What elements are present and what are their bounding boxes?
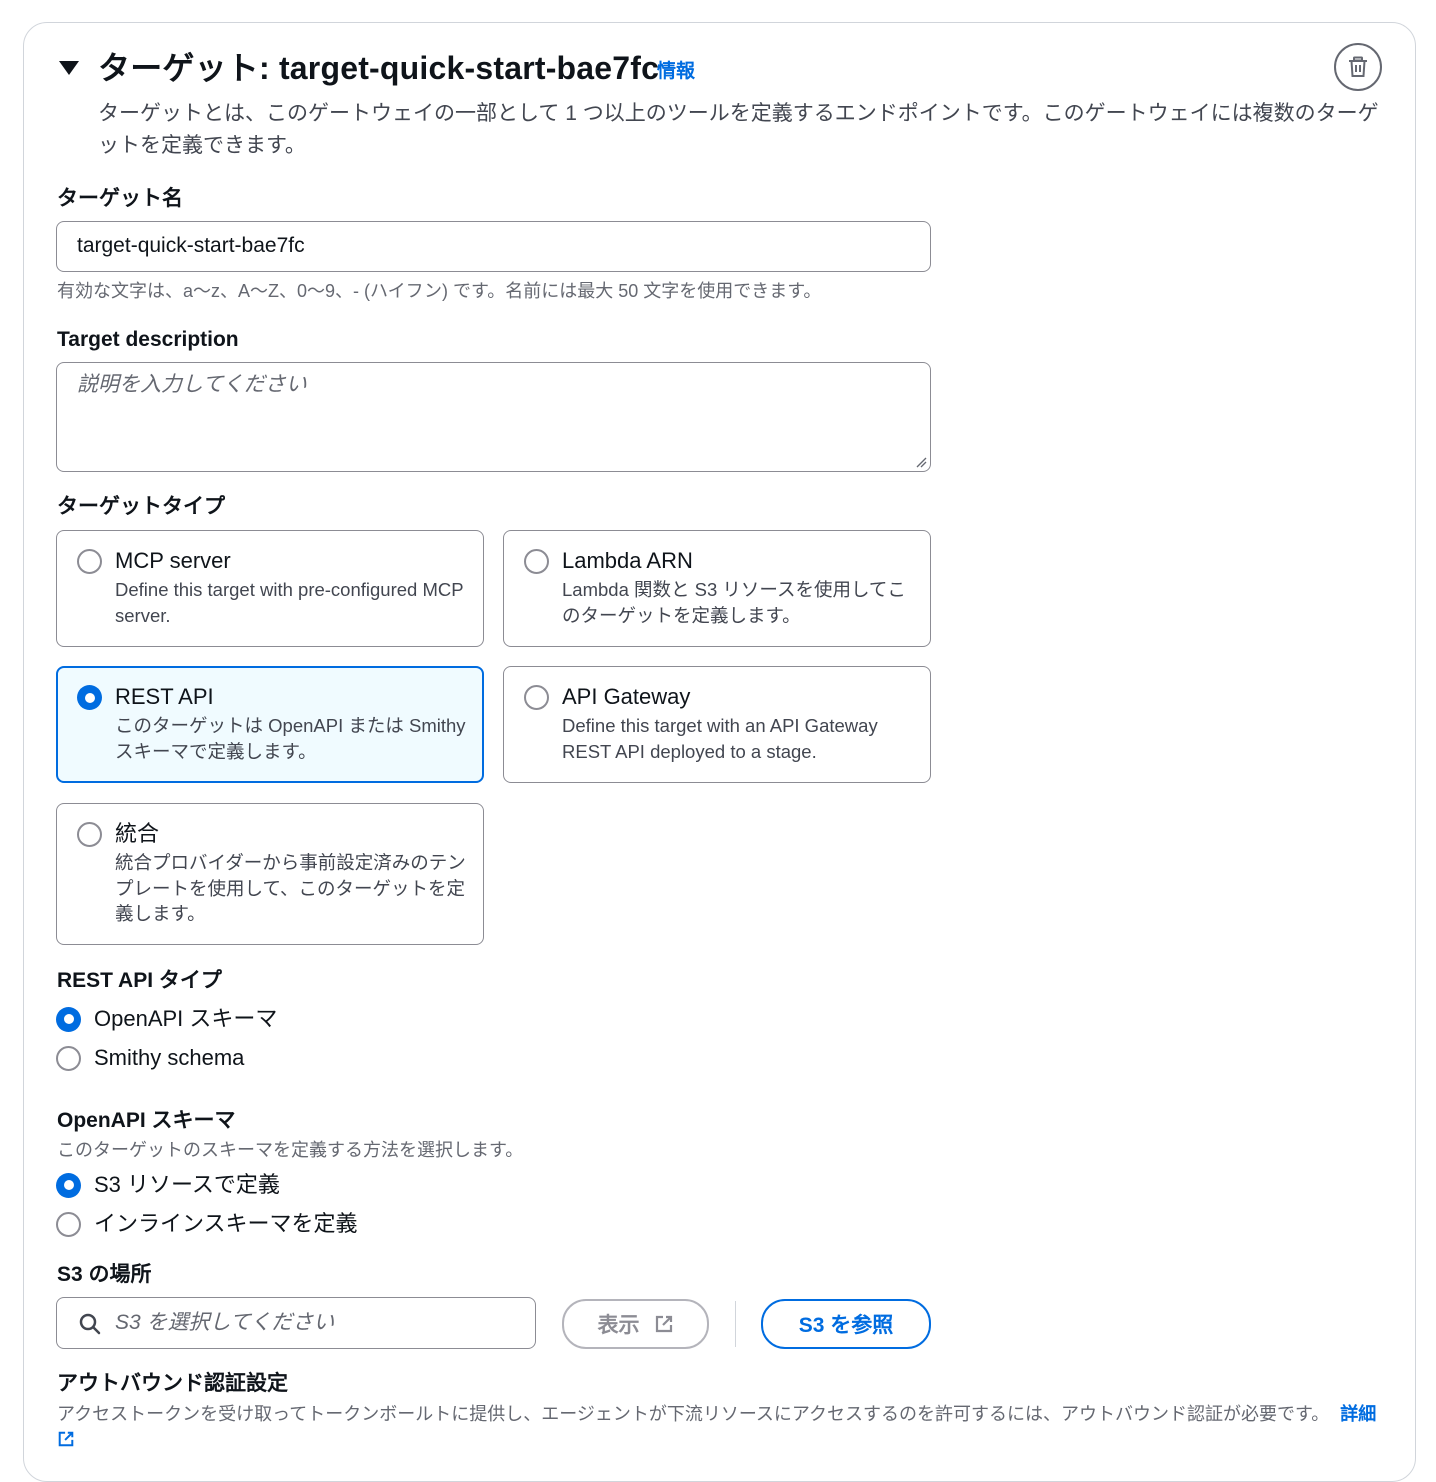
button-divider <box>735 1301 736 1347</box>
target-type-label: ターゲットタイプ <box>57 495 225 518</box>
option-label: インラインスキーマを定義 <box>94 1211 358 1236</box>
rest-api-type-label: REST API タイプ <box>57 969 222 992</box>
s3-location-placeholder: S3 を選択してください <box>115 1311 335 1334</box>
target-name-label: ターゲット名 <box>57 187 183 210</box>
target-type-tile-mcp-server[interactable]: MCP server Define this target with pre-c… <box>56 530 484 647</box>
tile-description: Define this target with an API Gateway R… <box>562 715 878 762</box>
target-type-tile-lambda-arn[interactable]: Lambda ARN Lambda 関数と S3 リソースを使用してこのターゲッ… <box>503 530 931 647</box>
target-name-value: target-quick-start-bae7fc <box>77 234 305 257</box>
openapi-schema-option-inline[interactable]: インラインスキーマを定義 <box>56 1209 358 1239</box>
radio-button-icon[interactable] <box>56 1045 81 1071</box>
search-icon <box>79 1313 101 1335</box>
radio-button-selected-icon[interactable] <box>56 1006 81 1032</box>
target-name-hint: 有効な文字は、a〜z、A〜Z、0〜9、- (ハイフン) です。名前には最大 50… <box>57 281 822 301</box>
tile-description: 統合プロバイダーから事前設定済みのテンプレートを使用して、このターゲットを定義し… <box>115 852 466 924</box>
outbound-auth-description: アクセストークンを受け取ってトークンボールトに提供し、エージェントが下流リソース… <box>57 1400 1387 1456</box>
radio-button-icon[interactable] <box>77 549 102 574</box>
info-link[interactable]: 情報 <box>657 58 695 86</box>
openapi-schema-description: このターゲットのスキーマを定義する方法を選択します。 <box>57 1140 524 1160</box>
tile-description: Lambda 関数と S3 リソースを使用してこのターゲットを定義します。 <box>562 579 906 626</box>
openapi-schema-label: OpenAPI スキーマ <box>57 1109 236 1132</box>
radio-button-icon[interactable] <box>77 822 102 847</box>
trash-icon <box>1349 56 1367 77</box>
outbound-auth-description-text: アクセストークンを受け取ってトークンボールトに提供し、エージェントが下流リソース… <box>57 1404 1330 1424</box>
radio-button-selected-icon[interactable] <box>56 1172 81 1198</box>
tile-label: REST API <box>115 684 214 709</box>
rest-api-type-option-openapi[interactable]: OpenAPI スキーマ <box>56 1004 277 1034</box>
target-type-tile-rest-api[interactable]: REST API このターゲットは OpenAPI または Smithy スキー… <box>56 666 484 783</box>
radio-button-icon[interactable] <box>56 1211 81 1237</box>
tile-label: API Gateway <box>562 684 691 709</box>
view-button[interactable]: 表示 <box>562 1299 709 1349</box>
tile-label: MCP server <box>115 548 231 573</box>
radio-button-selected-icon[interactable] <box>77 685 102 710</box>
openapi-schema-option-s3[interactable]: S3 リソースで定義 <box>56 1170 280 1200</box>
tile-label: 統合 <box>115 821 160 846</box>
target-type-tile-integration[interactable]: 統合 統合プロバイダーから事前設定済みのテンプレートを使用して、このターゲットを… <box>56 803 484 945</box>
s3-location-label: S3 の場所 <box>57 1263 152 1286</box>
target-name-input[interactable]: target-quick-start-bae7fc <box>56 221 931 272</box>
resize-handle-icon[interactable] <box>915 456 927 468</box>
option-label: Smithy schema <box>94 1045 245 1070</box>
tile-description: Define this target with pre-configured M… <box>115 579 464 626</box>
panel-description: ターゲットとは、このゲートウェイの一部として 1 つ以上のツールを定義するエンド… <box>98 102 1379 157</box>
panel-title: ターゲット: target-quick-start-bae7fc <box>98 50 660 86</box>
external-link-icon <box>58 1431 74 1447</box>
target-description-label: Target description <box>57 328 239 351</box>
target-description-textarea[interactable]: 説明を入力してください <box>56 362 931 472</box>
option-label: S3 リソースで定義 <box>94 1172 280 1197</box>
browse-s3-button[interactable]: S3 を参照 <box>761 1299 931 1349</box>
tile-description: このターゲットは OpenAPI または Smithy スキーマで定義します。 <box>115 715 466 762</box>
target-description-placeholder: 説明を入力してください <box>77 373 307 396</box>
collapse-caret-icon[interactable] <box>59 61 79 75</box>
radio-button-icon[interactable] <box>524 685 549 710</box>
rest-api-type-option-smithy[interactable]: Smithy schema <box>56 1043 244 1073</box>
tile-label: Lambda ARN <box>562 548 693 573</box>
radio-button-icon[interactable] <box>524 549 549 574</box>
delete-target-button[interactable] <box>1334 43 1382 91</box>
view-button-label: 表示 <box>597 1314 640 1337</box>
external-link-icon <box>655 1315 672 1333</box>
learn-more-label: 詳細 <box>1340 1404 1377 1424</box>
option-label: OpenAPI スキーマ <box>94 1006 278 1031</box>
target-type-tile-api-gateway[interactable]: API Gateway Define this target with an A… <box>503 666 931 783</box>
outbound-auth-label: アウトバウンド認証設定 <box>57 1372 288 1395</box>
s3-location-search-input[interactable]: S3 を選択してください <box>56 1297 536 1349</box>
